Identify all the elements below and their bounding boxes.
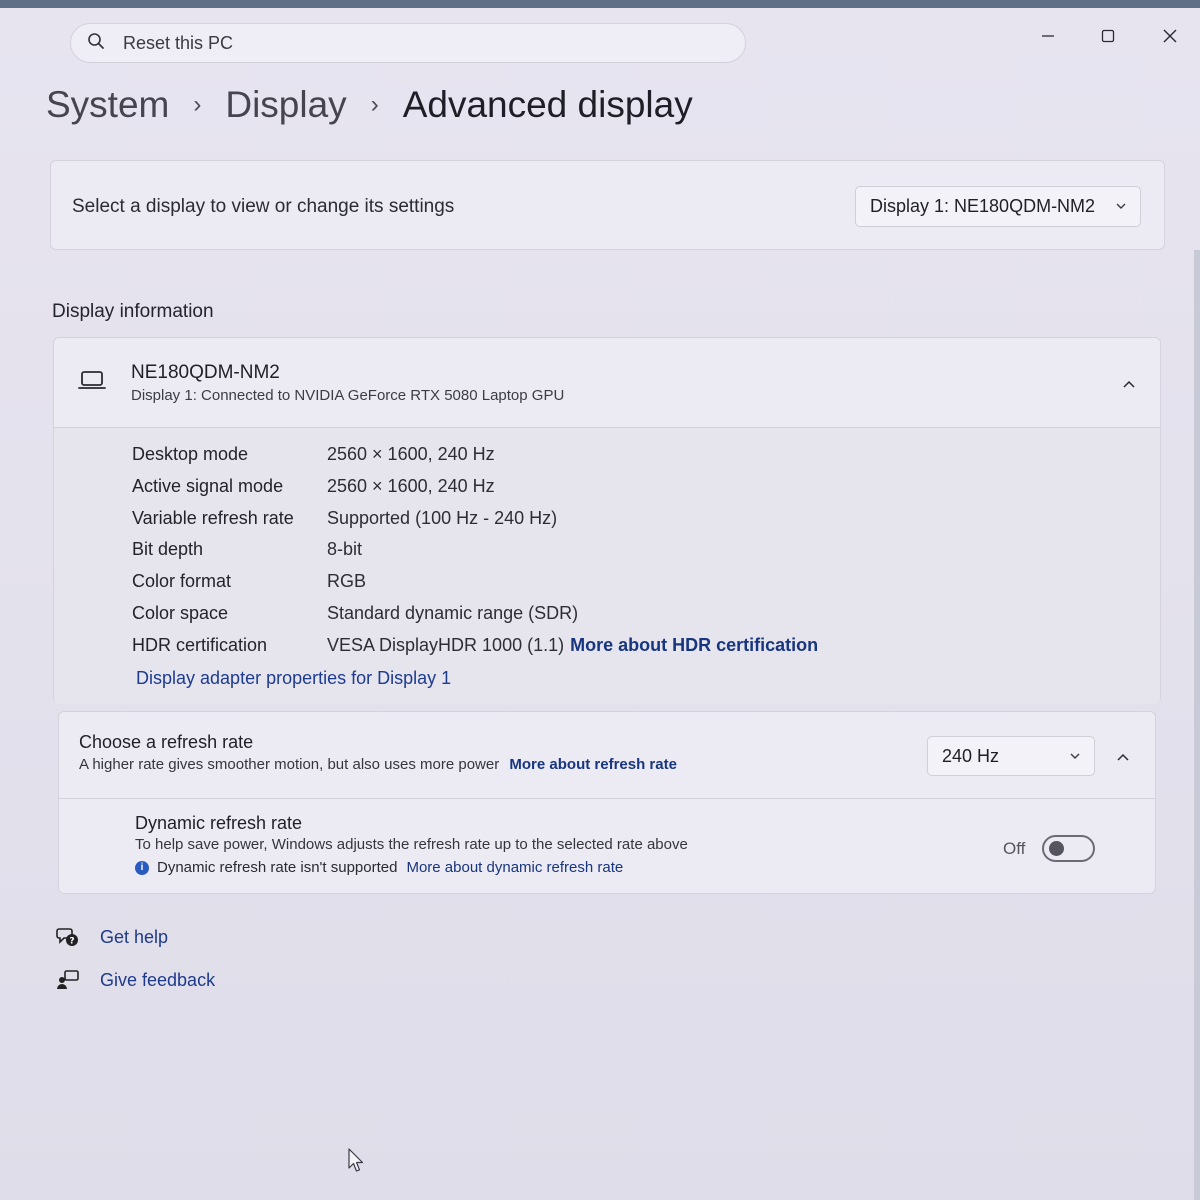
get-help-link[interactable]: ? Get help <box>56 925 168 949</box>
refresh-rate-subtitle: A higher rate gives smoother motion, but… <box>79 756 500 773</box>
give-feedback-link[interactable]: Give feedback <box>56 968 215 992</box>
info-row-label: Desktop mode <box>132 444 249 464</box>
refresh-rate-subtitle-row: A higher rate gives smoother motion, but… <box>79 756 677 773</box>
breadcrumb-system[interactable]: System <box>46 84 169 126</box>
select-display-card: Select a display to view or change its s… <box>50 160 1165 250</box>
search-input[interactable]: Reset this PC <box>123 33 233 54</box>
chevron-down-icon <box>1116 203 1126 209</box>
info-row-value: RGB <box>327 571 367 591</box>
info-row: Color space Standard dynamic range (SDR) <box>132 603 578 624</box>
toggle-knob <box>1049 841 1064 856</box>
feedback-icon <box>57 970 79 989</box>
dynamic-refresh-title: Dynamic refresh rate <box>135 813 303 833</box>
info-row-label: Color format <box>132 571 232 591</box>
close-button[interactable] <box>1148 20 1192 56</box>
mouse-cursor-icon <box>348 1148 364 1172</box>
search-box[interactable]: Reset this PC <box>70 23 746 63</box>
info-row: Bit depth 8-bit <box>132 539 362 560</box>
chevron-right-icon: › <box>370 91 379 118</box>
search-icon <box>87 32 105 55</box>
adapter-row: Display adapter properties for Display 1 <box>136 668 451 689</box>
refresh-rate-title: Choose a refresh rate <box>79 732 254 752</box>
display-dropdown[interactable]: Display 1: NE180QDM-NM2 <box>855 186 1141 227</box>
info-row-value: 8-bit <box>327 539 363 559</box>
maximize-icon <box>1100 28 1116 49</box>
info-icon: i <box>135 860 149 875</box>
display-information-card: NE180QDM-NM2 Display 1: Connected to NVI… <box>53 337 1161 704</box>
info-row-label: Color space <box>132 603 229 623</box>
device-name: NE180QDM-NM2 <box>131 362 280 383</box>
display-adapter-properties-link[interactable]: Display adapter properties for Display 1 <box>136 668 451 689</box>
info-row-value: VESA DisplayHDR 1000 (1.1) <box>327 635 565 655</box>
info-row-value: Supported (100 Hz - 240 Hz) <box>327 508 558 528</box>
refresh-rate-value: 240 Hz <box>942 745 1000 766</box>
device-subtitle: Display 1: Connected to NVIDIA GeForce R… <box>131 387 565 404</box>
select-display-label: Select a display to view or change its s… <box>72 196 455 217</box>
display-information-header[interactable]: NE180QDM-NM2 Display 1: Connected to NVI… <box>54 338 1160 428</box>
dynamic-refresh-subtitle: To help save power, Windows adjusts the … <box>135 836 688 853</box>
info-row: Active signal mode 2560 × 1600, 240 Hz <box>132 476 495 497</box>
help-icon: ? <box>56 928 78 947</box>
divider <box>59 798 1155 799</box>
chevron-right-icon: › <box>193 91 202 118</box>
info-row-label: Active signal mode <box>132 476 284 496</box>
window-edge <box>1194 250 1200 1200</box>
section-title-display-information: Display information <box>52 301 214 322</box>
hdr-certification-link[interactable]: More about HDR certification <box>570 635 818 656</box>
dynamic-refresh-note-text: Dynamic refresh rate isn't supported <box>157 859 398 876</box>
info-row: HDR certification VESA DisplayHDR 1000 (… <box>132 635 818 656</box>
info-row: Desktop mode 2560 × 1600, 240 Hz <box>132 444 495 465</box>
info-row-value: Standard dynamic range (SDR) <box>327 603 579 623</box>
minimize-icon <box>1040 28 1056 49</box>
info-row-value: 2560 × 1600, 240 Hz <box>327 476 495 496</box>
refresh-rate-card: Choose a refresh rate A higher rate give… <box>58 711 1156 894</box>
info-row-value: 2560 × 1600, 240 Hz <box>327 444 495 464</box>
breadcrumb-display[interactable]: Display <box>225 84 346 126</box>
display-dropdown-value: Display 1: NE180QDM-NM2 <box>870 196 1096 216</box>
info-row-label: Bit depth <box>132 539 204 559</box>
info-row-label: HDR certification <box>132 635 268 655</box>
chevron-up-icon[interactable] <box>1121 376 1137 392</box>
breadcrumb: System › Display › Advanced display <box>46 84 693 126</box>
settings-window: Reset this PC System › Display › Advance… <box>0 8 1200 1200</box>
dynamic-refresh-link[interactable]: More about dynamic refresh rate <box>406 859 623 876</box>
get-help-label: Get help <box>100 926 169 947</box>
chevron-down-icon <box>1070 753 1080 759</box>
give-feedback-label: Give feedback <box>100 969 216 990</box>
toggle-state-label: Off <box>1003 839 1026 858</box>
maximize-button[interactable] <box>1086 20 1130 56</box>
svg-text:?: ? <box>69 937 74 947</box>
refresh-rate-link[interactable]: More about refresh rate <box>509 756 677 773</box>
dynamic-refresh-note: i Dynamic refresh rate isn't supported M… <box>135 859 623 876</box>
page-title: Advanced display <box>402 84 693 125</box>
title-strip <box>0 0 1200 8</box>
minimize-button[interactable] <box>1026 20 1070 56</box>
display-information-body: Desktop mode 2560 × 1600, 240 Hz Active … <box>54 428 1160 704</box>
info-row-label: Variable refresh rate <box>132 508 294 528</box>
laptop-icon <box>78 371 106 389</box>
info-row: Variable refresh rate Supported (100 Hz … <box>132 508 557 529</box>
close-icon <box>1162 28 1178 49</box>
info-row: Color format RGB <box>132 571 366 592</box>
refresh-rate-dropdown[interactable]: 240 Hz <box>927 736 1095 776</box>
dynamic-refresh-toggle[interactable] <box>1042 835 1095 862</box>
chevron-up-icon[interactable] <box>1115 749 1131 765</box>
